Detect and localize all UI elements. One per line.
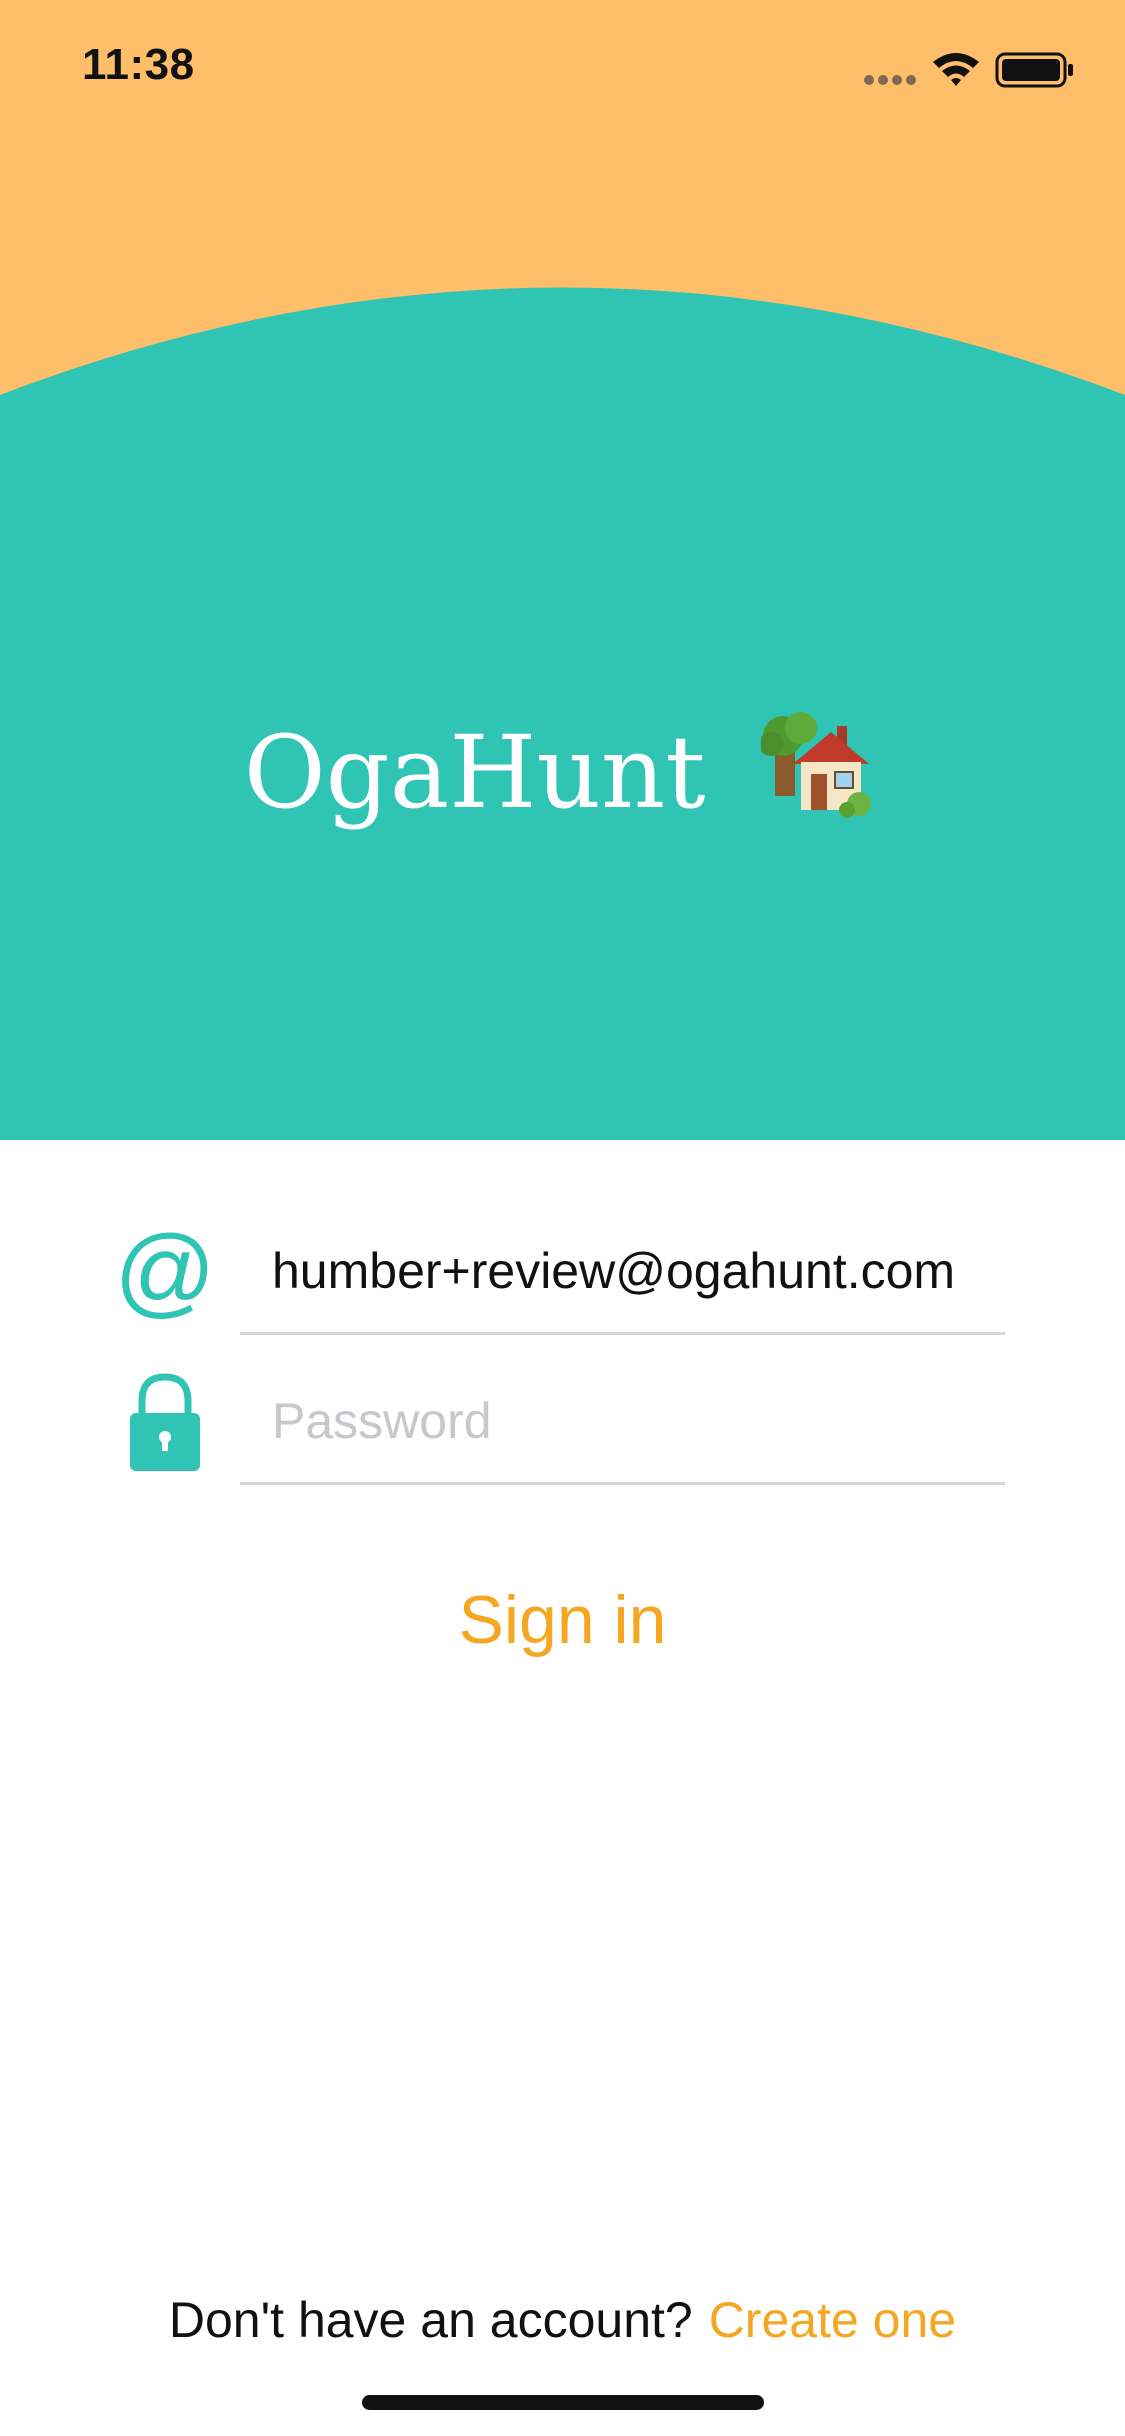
email-input[interactable] xyxy=(272,1231,992,1311)
at-sign-icon: @ xyxy=(114,1215,216,1335)
sign-in-button[interactable]: Sign in xyxy=(0,1570,1125,1670)
login-screen: 11:38 OgaHunt humber+review@ogahunt.com … xyxy=(0,0,1125,2436)
signup-prompt-text: Don't have an account? xyxy=(168,2292,693,2348)
password-field-container xyxy=(240,1365,1005,1485)
password-row xyxy=(120,1365,1005,1485)
battery-icon xyxy=(995,52,1073,88)
svg-text:@: @ xyxy=(120,1215,210,1327)
status-bar: 11:38 xyxy=(0,0,1125,132)
house-with-garden-icon xyxy=(759,712,881,822)
header-background xyxy=(0,0,1125,1140)
status-time: 11:38 xyxy=(82,40,195,89)
app-title-text: OgaHunt xyxy=(243,714,706,832)
cellular-signal-icon xyxy=(864,75,916,85)
status-icons xyxy=(861,48,1081,92)
signup-prompt: Don't have an account? Create one xyxy=(0,2280,1125,2360)
wifi-icon xyxy=(933,53,979,86)
app-title: OgaHunt xyxy=(0,700,1125,838)
home-indicator[interactable] xyxy=(362,2395,764,2410)
email-row: @ xyxy=(114,1215,1005,1335)
lock-icon xyxy=(120,1365,210,1485)
create-account-link[interactable]: Create one xyxy=(709,2292,956,2348)
email-field-container xyxy=(240,1215,1005,1335)
password-input[interactable] xyxy=(272,1381,992,1461)
header-banner: 11:38 OgaHunt xyxy=(0,0,1125,1140)
